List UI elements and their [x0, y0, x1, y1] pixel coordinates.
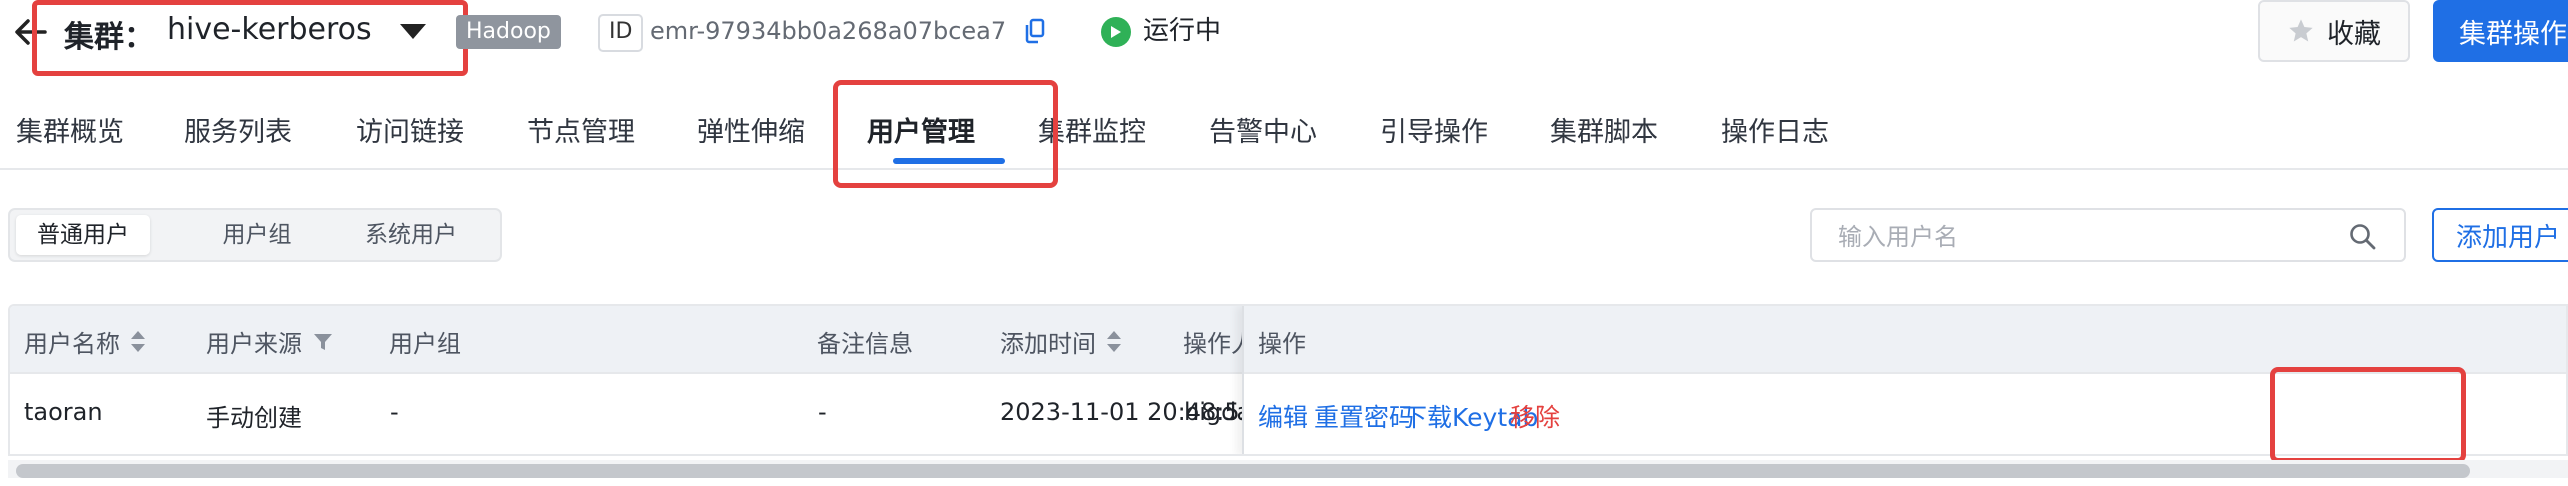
- favorite-label: 收藏: [2327, 18, 2381, 50]
- scrollbar-thumb[interactable]: [16, 464, 2470, 478]
- cluster-type-badge: Hadoop: [456, 15, 561, 49]
- favorite-button[interactable]: 收藏: [2258, 0, 2410, 62]
- download-keytab-highlight: [2270, 367, 2466, 463]
- tab-services[interactable]: 服务列表: [184, 110, 292, 149]
- filter-icon[interactable]: [312, 331, 334, 353]
- user-management-tab-highlight: [833, 80, 1058, 188]
- tab-bar: 集群概览 服务列表 访问链接 节点管理 弹性伸缩 用户管理 集群监控 告警中心 …: [0, 100, 2568, 170]
- column-header-note: 备注信息: [817, 330, 913, 358]
- tab-access-links[interactable]: 访问链接: [356, 110, 464, 149]
- column-header-actions: 操作: [1258, 330, 1306, 358]
- cluster-label: 集群：: [64, 20, 154, 55]
- tab-autoscaling[interactable]: 弹性伸缩: [697, 110, 805, 149]
- user-search: [1810, 208, 2406, 262]
- tab-operation-logs[interactable]: 操作日志: [1721, 110, 1829, 149]
- tab-overview[interactable]: 集群概览: [16, 110, 124, 149]
- segment-system-users[interactable]: 系统用户: [344, 215, 478, 255]
- id-tag: ID: [598, 14, 644, 52]
- search-input[interactable]: [1836, 219, 2320, 255]
- cluster-operations-label: 集群操作: [2459, 18, 2567, 50]
- chevron-down-icon[interactable]: [400, 24, 426, 39]
- tab-nodes[interactable]: 节点管理: [527, 110, 635, 149]
- search-icon[interactable]: [2348, 222, 2378, 252]
- sort-icon[interactable]: [130, 330, 145, 354]
- copy-icon[interactable]: [1024, 18, 1046, 44]
- cell-operator: bigdatate: [1184, 398, 1244, 426]
- column-header-added-time[interactable]: 添加时间: [1000, 324, 1121, 359]
- tab-bootstrap[interactable]: 引导操作: [1380, 110, 1488, 149]
- segment-normal-users[interactable]: 普通用户: [16, 215, 150, 255]
- cluster-operations-button[interactable]: 集群操作: [2433, 0, 2568, 62]
- sort-icon[interactable]: [1106, 330, 1121, 354]
- column-header-group: 用户组: [389, 330, 461, 358]
- reset-password-link[interactable]: 重置密码: [1314, 398, 1414, 434]
- cell-note: -: [818, 398, 827, 426]
- user-table: 用户名称 用户来源 用户组 备注信息 添加时间 操作人 taoran 手动创建 …: [8, 304, 2568, 456]
- add-user-label: 添加用户: [2456, 222, 2561, 253]
- play-icon: [1101, 17, 1131, 47]
- edit-link[interactable]: 编辑: [1258, 398, 1308, 434]
- column-header-source[interactable]: 用户来源: [206, 324, 334, 359]
- star-icon: [2289, 19, 2313, 42]
- tab-alerts[interactable]: 告警中心: [1209, 110, 1317, 149]
- cell-source: 手动创建: [206, 404, 302, 432]
- add-user-button[interactable]: 添加用户: [2432, 208, 2568, 262]
- tab-scripts[interactable]: 集群脚本: [1550, 110, 1658, 149]
- cluster-name-select[interactable]: hive-kerberos: [167, 12, 372, 47]
- cell-username: taoran: [24, 398, 103, 426]
- cell-group: -: [390, 398, 399, 426]
- segment-user-groups[interactable]: 用户组: [190, 215, 324, 255]
- cluster-status: 运行中: [1143, 16, 1222, 46]
- column-header-username[interactable]: 用户名称: [24, 324, 145, 359]
- remove-link[interactable]: 移除: [1510, 398, 1560, 434]
- cluster-id: emr-97934bb0a268a07bcea7: [650, 17, 1007, 45]
- user-type-switch: 普通用户 用户组 系统用户: [8, 208, 502, 262]
